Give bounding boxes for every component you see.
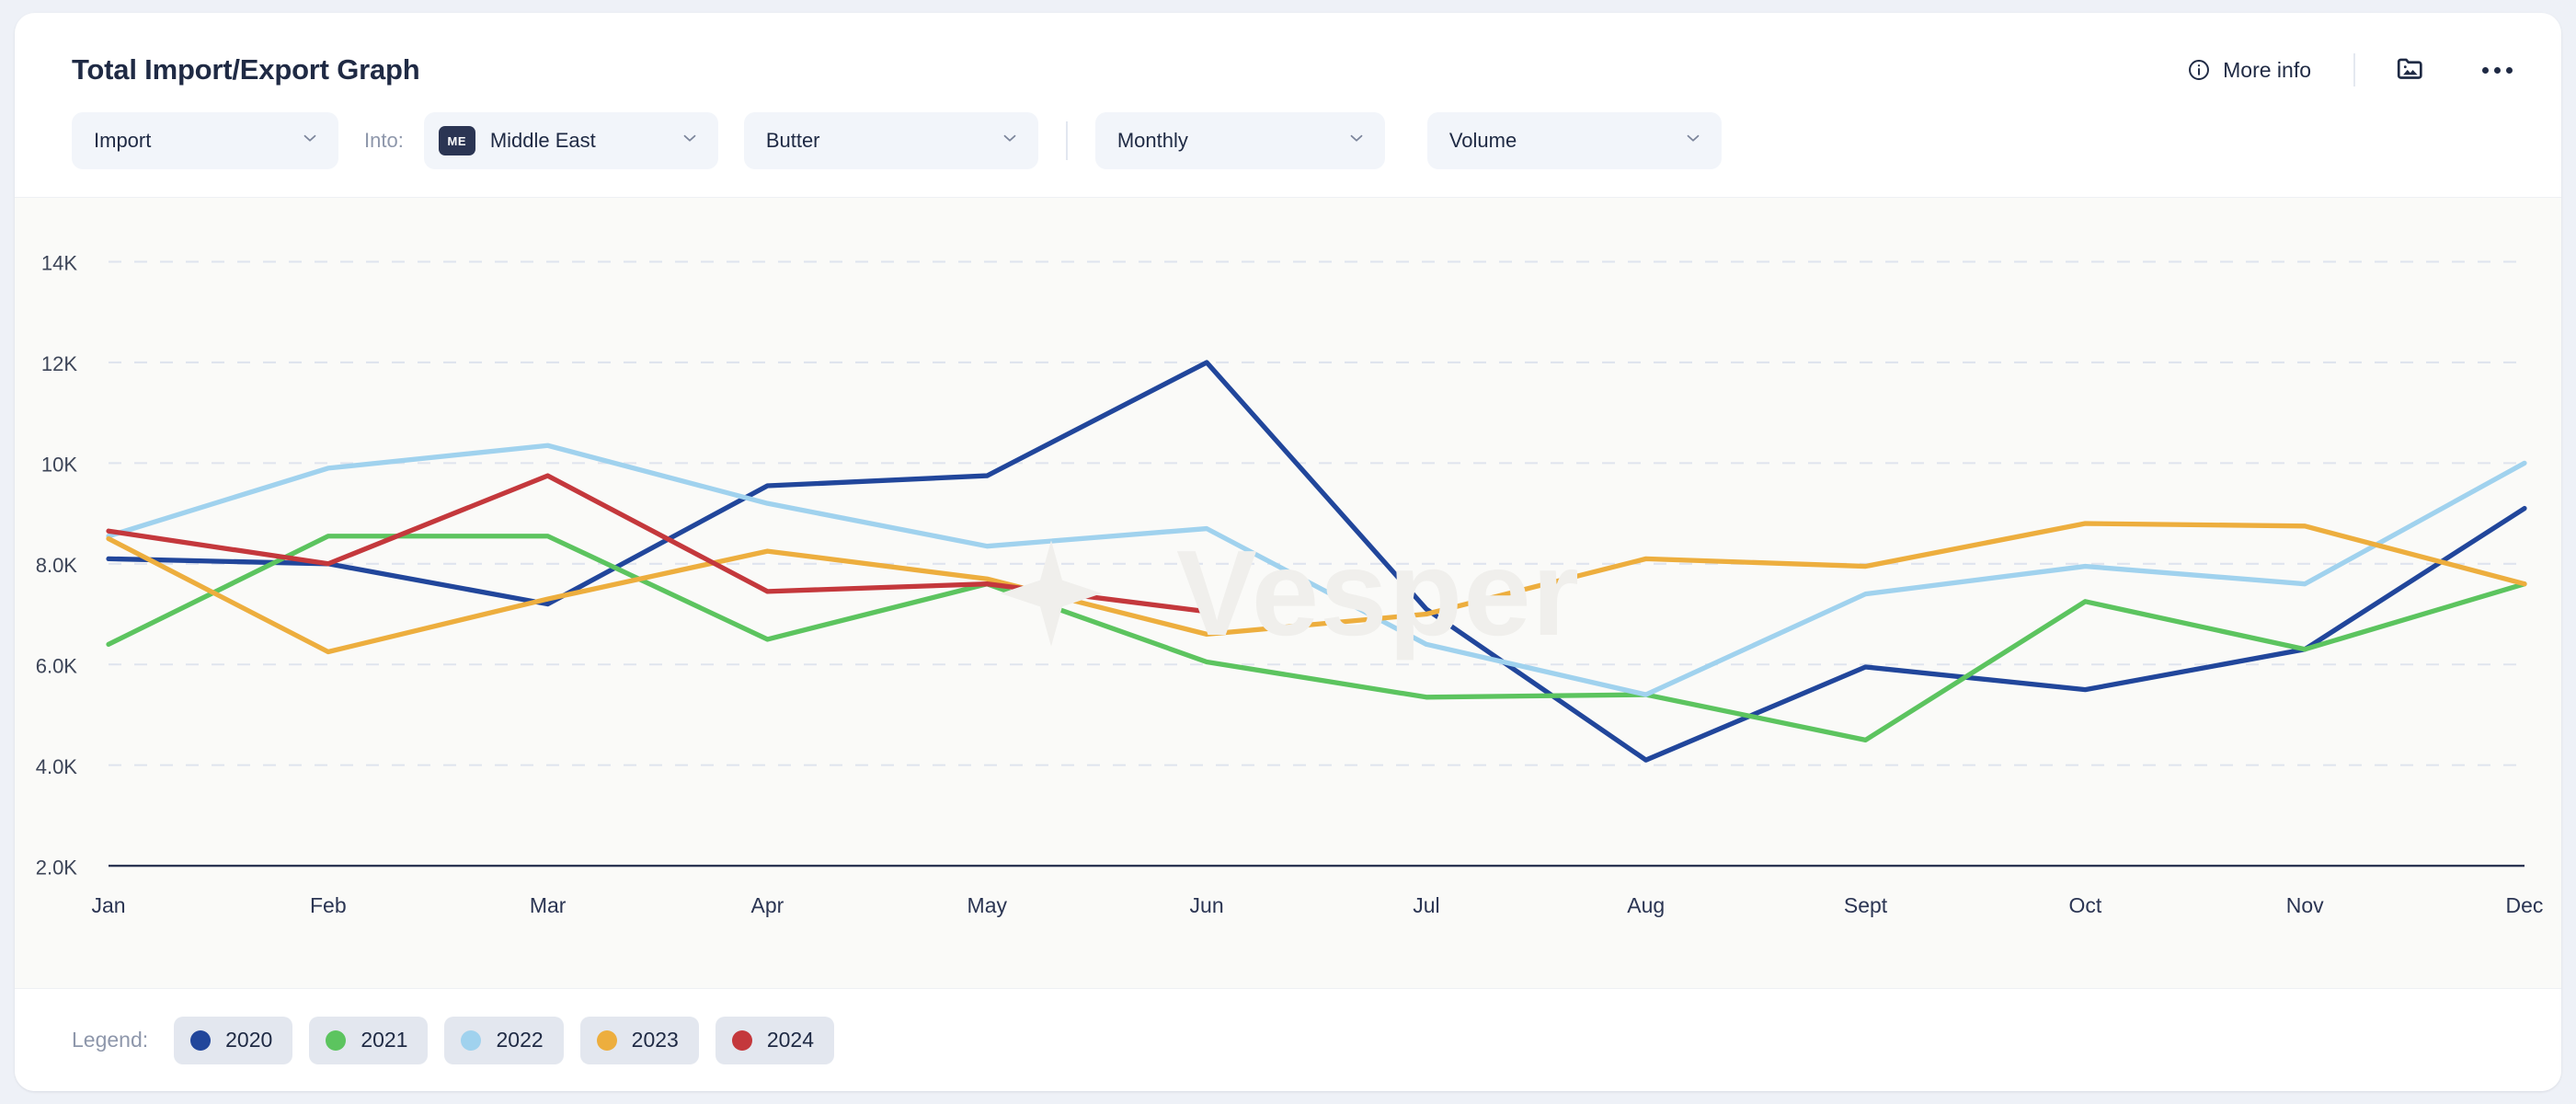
legend-label: Legend:: [72, 1028, 148, 1052]
chart-plot-area: Vesper 2.0K4.0K6.0K8.0K10K12K14KJanFebMa…: [15, 197, 2561, 988]
x-axis-tick-label: Dec: [2506, 893, 2544, 917]
more-horizontal-icon: [2482, 67, 2513, 74]
card-header: Total Import/Export Graph More info: [15, 13, 2561, 92]
y-axis-tick-label: 6.0K: [36, 654, 77, 677]
info-circle-icon: [2187, 58, 2211, 82]
legend-color-dot: [461, 1030, 481, 1051]
x-axis-tick-label: Jan: [91, 893, 125, 917]
metric-value: Volume: [1449, 129, 1517, 153]
page-title: Total Import/Export Graph: [72, 53, 420, 86]
x-axis-tick-label: Sept: [1844, 893, 1888, 917]
more-info-button[interactable]: More info: [2180, 52, 2318, 88]
series-line-2020[interactable]: [109, 362, 2524, 760]
x-axis-tick-label: Nov: [2286, 893, 2324, 917]
more-info-label: More info: [2223, 58, 2311, 83]
legend-item-label: 2020: [225, 1028, 272, 1052]
region-value: Middle East: [490, 129, 596, 153]
chevron-down-icon: [1000, 128, 1020, 154]
region-select[interactable]: ME Middle East: [424, 112, 718, 169]
period-select[interactable]: Monthly: [1095, 112, 1385, 169]
y-axis-tick-label: 12K: [41, 352, 77, 375]
legend-color-dot: [597, 1030, 617, 1051]
header-divider: [2353, 53, 2355, 86]
direction-value: Import: [94, 129, 151, 153]
filter-divider: [1066, 121, 1068, 160]
legend-color-dot: [326, 1030, 346, 1051]
legend-item-label: 2023: [632, 1028, 679, 1052]
x-axis-tick-label: Oct: [2068, 893, 2101, 917]
y-axis-tick-label: 2.0K: [36, 856, 77, 879]
filter-bar: Import Into: ME Middle East Butter: [15, 92, 2561, 197]
into-label: Into:: [364, 129, 404, 153]
line-chart-svg: 2.0K 4.0K 6.0K 8.0K 10K 12K 14K Jan Feb Mar Apr May…: [15, 198, 2561, 988]
series-line-2021[interactable]: [109, 536, 2524, 741]
overflow-menu-button[interactable]: [2473, 46, 2521, 94]
legend-item-2021[interactable]: 2021: [309, 1017, 428, 1064]
y-axis-tick-label: 8.0K: [36, 554, 77, 577]
commodity-value: Butter: [766, 129, 820, 153]
commodity-select[interactable]: Butter: [744, 112, 1038, 169]
x-axis-tick-label: Jul: [1413, 893, 1439, 917]
region-badge: ME: [439, 126, 475, 155]
page-root: Total Import/Export Graph More info: [0, 0, 2576, 1104]
x-axis-tick-label: Aug: [1627, 893, 1665, 917]
chart-legend: Legend: 2020 2021 2022 2023 2024: [15, 988, 2561, 1091]
period-value: Monthly: [1117, 129, 1188, 153]
chevron-down-icon: [1346, 128, 1367, 154]
legend-item-2023[interactable]: 2023: [580, 1017, 699, 1064]
metric-select[interactable]: Volume: [1427, 112, 1722, 169]
legend-item-2020[interactable]: 2020: [174, 1017, 292, 1064]
graph-card: Total Import/Export Graph More info: [15, 13, 2561, 1091]
header-actions: More info: [2180, 46, 2521, 94]
x-axis-tick-label: Apr: [751, 893, 784, 917]
legend-item-label: 2024: [767, 1028, 814, 1052]
x-axis-tick-label: Mar: [530, 893, 567, 917]
legend-item-label: 2022: [496, 1028, 543, 1052]
chevron-down-icon: [680, 128, 700, 154]
legend-color-dot: [732, 1030, 752, 1051]
image-folder-button[interactable]: [2387, 46, 2434, 94]
chevron-down-icon: [1683, 128, 1703, 154]
y-axis-tick-label: 4.0K: [36, 755, 77, 778]
x-axis-tick-label: May: [967, 893, 1008, 917]
y-axis-tick-label: 14K: [41, 252, 77, 275]
chevron-down-icon: [300, 128, 320, 154]
legend-item-label: 2021: [361, 1028, 407, 1052]
legend-color-dot: [190, 1030, 211, 1051]
legend-items: 2020 2021 2022 2023 2024: [174, 1017, 851, 1064]
x-axis-tick-label: Feb: [310, 893, 347, 917]
y-axis-tick-label: 10K: [41, 453, 77, 476]
image-folder-icon: [2395, 52, 2426, 88]
direction-select[interactable]: Import: [72, 112, 338, 169]
x-axis-tick-label: Jun: [1190, 893, 1224, 917]
legend-item-2024[interactable]: 2024: [716, 1017, 834, 1064]
legend-item-2022[interactable]: 2022: [444, 1017, 563, 1064]
